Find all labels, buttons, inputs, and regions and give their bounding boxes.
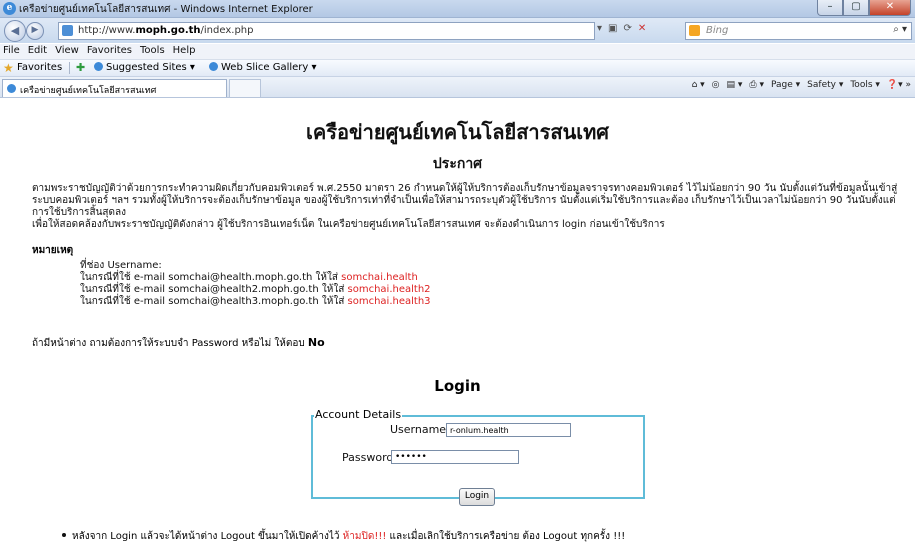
page-content: เครือข่ายศูนย์เทคโนโลยีสารสนเทศ ประกาศ ต… bbox=[0, 98, 915, 556]
menu-tools[interactable]: Tools bbox=[137, 44, 170, 59]
menu-favorites[interactable]: Favorites bbox=[84, 44, 137, 59]
window-title: เครือข่ายศูนย์เทคโนโลยีสารสนเทศ - Window… bbox=[19, 4, 313, 15]
print-icon[interactable]: ⎙ ▾ bbox=[749, 80, 764, 90]
address-icons: ▾ ▣ ⟳ ✕ bbox=[597, 23, 646, 34]
ie-page-icon bbox=[94, 62, 103, 71]
case-item: ในกรณีที่ใช้ e-mail somchai@health.moph.… bbox=[80, 272, 418, 283]
bing-icon bbox=[689, 25, 700, 36]
stop-icon[interactable]: ✕ bbox=[638, 23, 646, 34]
login-heading: Login bbox=[434, 377, 481, 395]
feeds-icon[interactable]: ◎ bbox=[712, 80, 720, 90]
search-icon[interactable]: ⌕ ▾ bbox=[893, 24, 907, 35]
menu-bar: File Edit View Favorites Tools Help bbox=[0, 44, 915, 60]
case-item: ในกรณีที่ใช้ e-mail somchai@health3.moph… bbox=[80, 296, 431, 307]
announcement-text: ตามพระราชบัญญัติว่าด้วยการกระทำความผิดเก… bbox=[32, 183, 907, 231]
read-mail-icon[interactable]: ▤ ▾ bbox=[727, 80, 743, 90]
ie-page-icon bbox=[209, 62, 218, 71]
favorites-star-icon: ★ bbox=[3, 61, 14, 75]
divider bbox=[69, 62, 70, 74]
bullet bbox=[62, 533, 66, 537]
login-button[interactable]: Login bbox=[459, 488, 495, 506]
refresh-icon[interactable]: ⟳ bbox=[623, 23, 631, 34]
tab-title: เครือข่ายศูนย์เทคโนโลยีสารสนเทศ bbox=[20, 86, 157, 96]
address-toolbar: ◀ ▶ http://www.moph.go.th/index.php ▾ ▣ … bbox=[0, 18, 915, 43]
back-button[interactable]: ◀ bbox=[4, 20, 26, 42]
window-titlebar: e เครือข่ายศูนย์เทคโนโลยีสารสนเทศ - Wind… bbox=[0, 0, 915, 18]
menu-view[interactable]: View bbox=[52, 44, 84, 59]
maximize-button[interactable]: ▢ bbox=[843, 0, 869, 16]
username-heading: ที่ช่อง Username: bbox=[80, 260, 162, 271]
address-input[interactable]: http://www.moph.go.th/index.php bbox=[58, 22, 595, 40]
username-input[interactable]: r-onlum.health bbox=[446, 423, 571, 437]
password-popup-note: ถ้ามีหน้าต่าง ถามต้องการให้ระบบจำ Passwo… bbox=[32, 336, 325, 349]
forward-button[interactable]: ▶ bbox=[26, 22, 44, 40]
add-favorite-icon[interactable]: ✚ bbox=[76, 61, 85, 74]
window-controls: – ▢ ✕ bbox=[817, 0, 911, 16]
fieldset-legend: Account Details bbox=[314, 408, 403, 421]
new-tab-button[interactable] bbox=[229, 79, 261, 98]
search-input[interactable]: Bing ⌕ ▾ bbox=[685, 22, 912, 40]
close-button[interactable]: ✕ bbox=[869, 0, 911, 16]
case-item: ในกรณีที่ใช้ e-mail somchai@health2.moph… bbox=[80, 284, 431, 295]
command-bar: ⌂ ▾ ◎ ▤ ▾ ⎙ ▾ Page ▾ Safety ▾ Tools ▾ ❓▾… bbox=[692, 80, 911, 90]
tools-menu[interactable]: Tools ▾ bbox=[850, 80, 880, 90]
safety-menu[interactable]: Safety ▾ bbox=[807, 80, 843, 90]
tab-current[interactable]: เครือข่ายศูนย์เทคโนโลยีสารสนเทศ bbox=[2, 79, 227, 97]
username-instructions: ที่ช่อง Username: ในกรณีที่ใช้ e-mail so… bbox=[80, 260, 431, 308]
minimize-button[interactable]: – bbox=[817, 0, 843, 16]
menu-file[interactable]: File bbox=[0, 44, 25, 59]
favorites-bar: ★ Favorites ✚ Suggested Sites ▾ Web Slic… bbox=[0, 60, 915, 77]
url-text: http://www.moph.go.th/index.php bbox=[78, 25, 254, 36]
menu-help[interactable]: Help bbox=[170, 44, 201, 59]
home-icon[interactable]: ⌂ ▾ bbox=[692, 80, 705, 90]
law-paragraph: ตามพระราชบัญญัติว่าด้วยการกระทำความผิดเก… bbox=[32, 183, 898, 218]
compatibility-icon[interactable]: ▣ bbox=[608, 23, 617, 34]
ie-logo-icon: e bbox=[3, 2, 16, 15]
username-label: Username: bbox=[390, 423, 450, 436]
password-label: Password: bbox=[342, 451, 398, 464]
favorites-button[interactable]: Favorites bbox=[17, 62, 62, 73]
page-title: เครือข่ายศูนย์เทคโนโลยีสารสนเทศ bbox=[306, 120, 609, 144]
suggested-sites-link[interactable]: Suggested Sites ▾ bbox=[94, 62, 195, 73]
note-heading: หมายเหตุ bbox=[32, 245, 74, 256]
tab-bar: เครือข่ายศูนย์เทคโนโลยีสารสนเทศ ⌂ ▾ ◎ ▤ … bbox=[0, 77, 915, 98]
ie-page-icon bbox=[7, 84, 16, 93]
dropdown-icon[interactable]: ▾ bbox=[597, 23, 602, 34]
page-menu[interactable]: Page ▾ bbox=[771, 80, 800, 90]
login-requirement-paragraph: เพื่อให้สอดคล้องกับพระราชบัญญัติดังกล่าว… bbox=[32, 219, 665, 230]
password-input[interactable]: •••••• bbox=[391, 450, 519, 464]
search-placeholder: Bing bbox=[706, 25, 729, 36]
web-slice-gallery-link[interactable]: Web Slice Gallery ▾ bbox=[209, 62, 317, 73]
logout-reminder: หลังจาก Login แล้วจะได้หน้าต่าง Logout ข… bbox=[62, 529, 625, 544]
page-icon bbox=[62, 25, 73, 36]
announcement-heading: ประกาศ bbox=[432, 156, 483, 172]
help-icon[interactable]: ❓▾ » bbox=[887, 80, 911, 90]
menu-edit[interactable]: Edit bbox=[25, 44, 52, 59]
